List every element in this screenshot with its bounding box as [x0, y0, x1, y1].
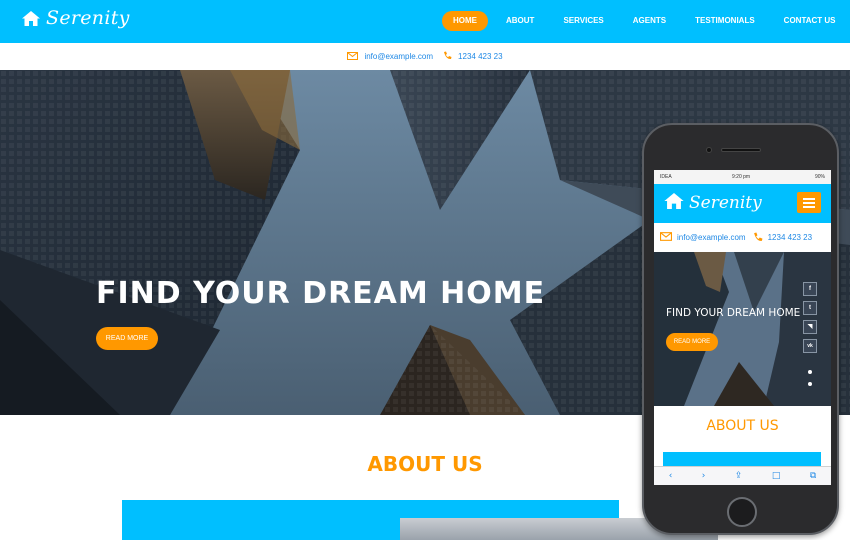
forward-icon[interactable]: ›: [702, 471, 706, 481]
share-icon[interactable]: ⇪: [735, 471, 743, 481]
mobile-status-bar: IDEA 9:20 pm 90%: [654, 170, 831, 184]
nav-item-services[interactable]: SERVICES: [552, 11, 614, 31]
nav-item-agents[interactable]: AGENTS: [622, 11, 677, 31]
phone-speaker: [721, 148, 761, 152]
main-nav: HOME ABOUT SERVICES AGENTS TESTIMONIALS …: [442, 11, 850, 31]
mobile-about-color-block: [663, 452, 821, 466]
mobile-about-title: ABOUT US: [706, 418, 779, 434]
mobile-brand-name: Serenity: [689, 193, 762, 213]
phone-camera: [706, 147, 712, 153]
phone-mockup: IDEA 9:20 pm 90% Serenity info@example.c…: [642, 123, 839, 535]
mobile-browser-toolbar: ‹ › ⇪ □ ⧉: [654, 466, 831, 485]
back-icon[interactable]: ‹: [669, 471, 673, 481]
envelope-icon: [347, 51, 359, 62]
mobile-time: 9:20 pm: [732, 174, 751, 180]
envelope-icon: [660, 232, 672, 243]
hero-title: FIND YOUR DREAM HOME: [96, 276, 546, 311]
tabs-icon[interactable]: ⧉: [810, 471, 816, 481]
hamburger-menu-icon[interactable]: [797, 192, 821, 213]
mobile-contact-email-link[interactable]: info@example.com: [677, 233, 746, 242]
mobile-header: Serenity: [654, 184, 831, 223]
phone-icon: [753, 232, 763, 244]
rss-icon[interactable]: ◥: [803, 320, 817, 334]
brand-name: Serenity: [46, 7, 130, 29]
mobile-hero-banner: FIND YOUR DREAM HOME READ MORE f t ◥ vk: [654, 252, 831, 406]
facebook-icon[interactable]: f: [803, 282, 817, 296]
slider-dot[interactable]: [808, 382, 812, 386]
nav-item-home[interactable]: HOME: [442, 11, 488, 31]
bookmarks-icon[interactable]: □: [772, 471, 781, 481]
top-navbar: Serenity HOME ABOUT SERVICES AGENTS TEST…: [0, 0, 850, 43]
mobile-hero-title: FIND YOUR DREAM HOME: [666, 307, 801, 319]
home-icon: [664, 193, 684, 213]
twitter-icon[interactable]: t: [803, 301, 817, 315]
nav-item-about[interactable]: ABOUT: [495, 11, 545, 31]
slider-dot[interactable]: [808, 370, 812, 374]
nav-item-contact-us[interactable]: CONTACT US: [773, 11, 847, 31]
mobile-read-more-button[interactable]: READ MORE: [666, 333, 718, 351]
mobile-carrier: IDEA: [660, 174, 672, 180]
mobile-battery: 90%: [814, 174, 825, 180]
phone-icon: [443, 51, 452, 62]
phone-home-button: [727, 497, 757, 527]
contact-phone-link[interactable]: 1234 423 23: [458, 52, 503, 61]
mobile-contact-strip: info@example.com 1234 423 23: [654, 223, 831, 252]
read-more-button[interactable]: READ MORE: [96, 327, 158, 350]
vk-icon[interactable]: vk: [803, 339, 817, 353]
contact-strip: info@example.com 1234 423 23: [0, 43, 850, 70]
home-icon: [22, 10, 40, 26]
phone-screen: IDEA 9:20 pm 90% Serenity info@example.c…: [654, 170, 831, 485]
mobile-contact-phone-link[interactable]: 1234 423 23: [768, 233, 813, 242]
mobile-brand-logo[interactable]: Serenity: [664, 193, 762, 213]
contact-email-link[interactable]: info@example.com: [364, 52, 433, 61]
brand-logo[interactable]: Serenity: [22, 7, 130, 29]
nav-item-testimonials[interactable]: TESTIMONIALS: [684, 11, 766, 31]
